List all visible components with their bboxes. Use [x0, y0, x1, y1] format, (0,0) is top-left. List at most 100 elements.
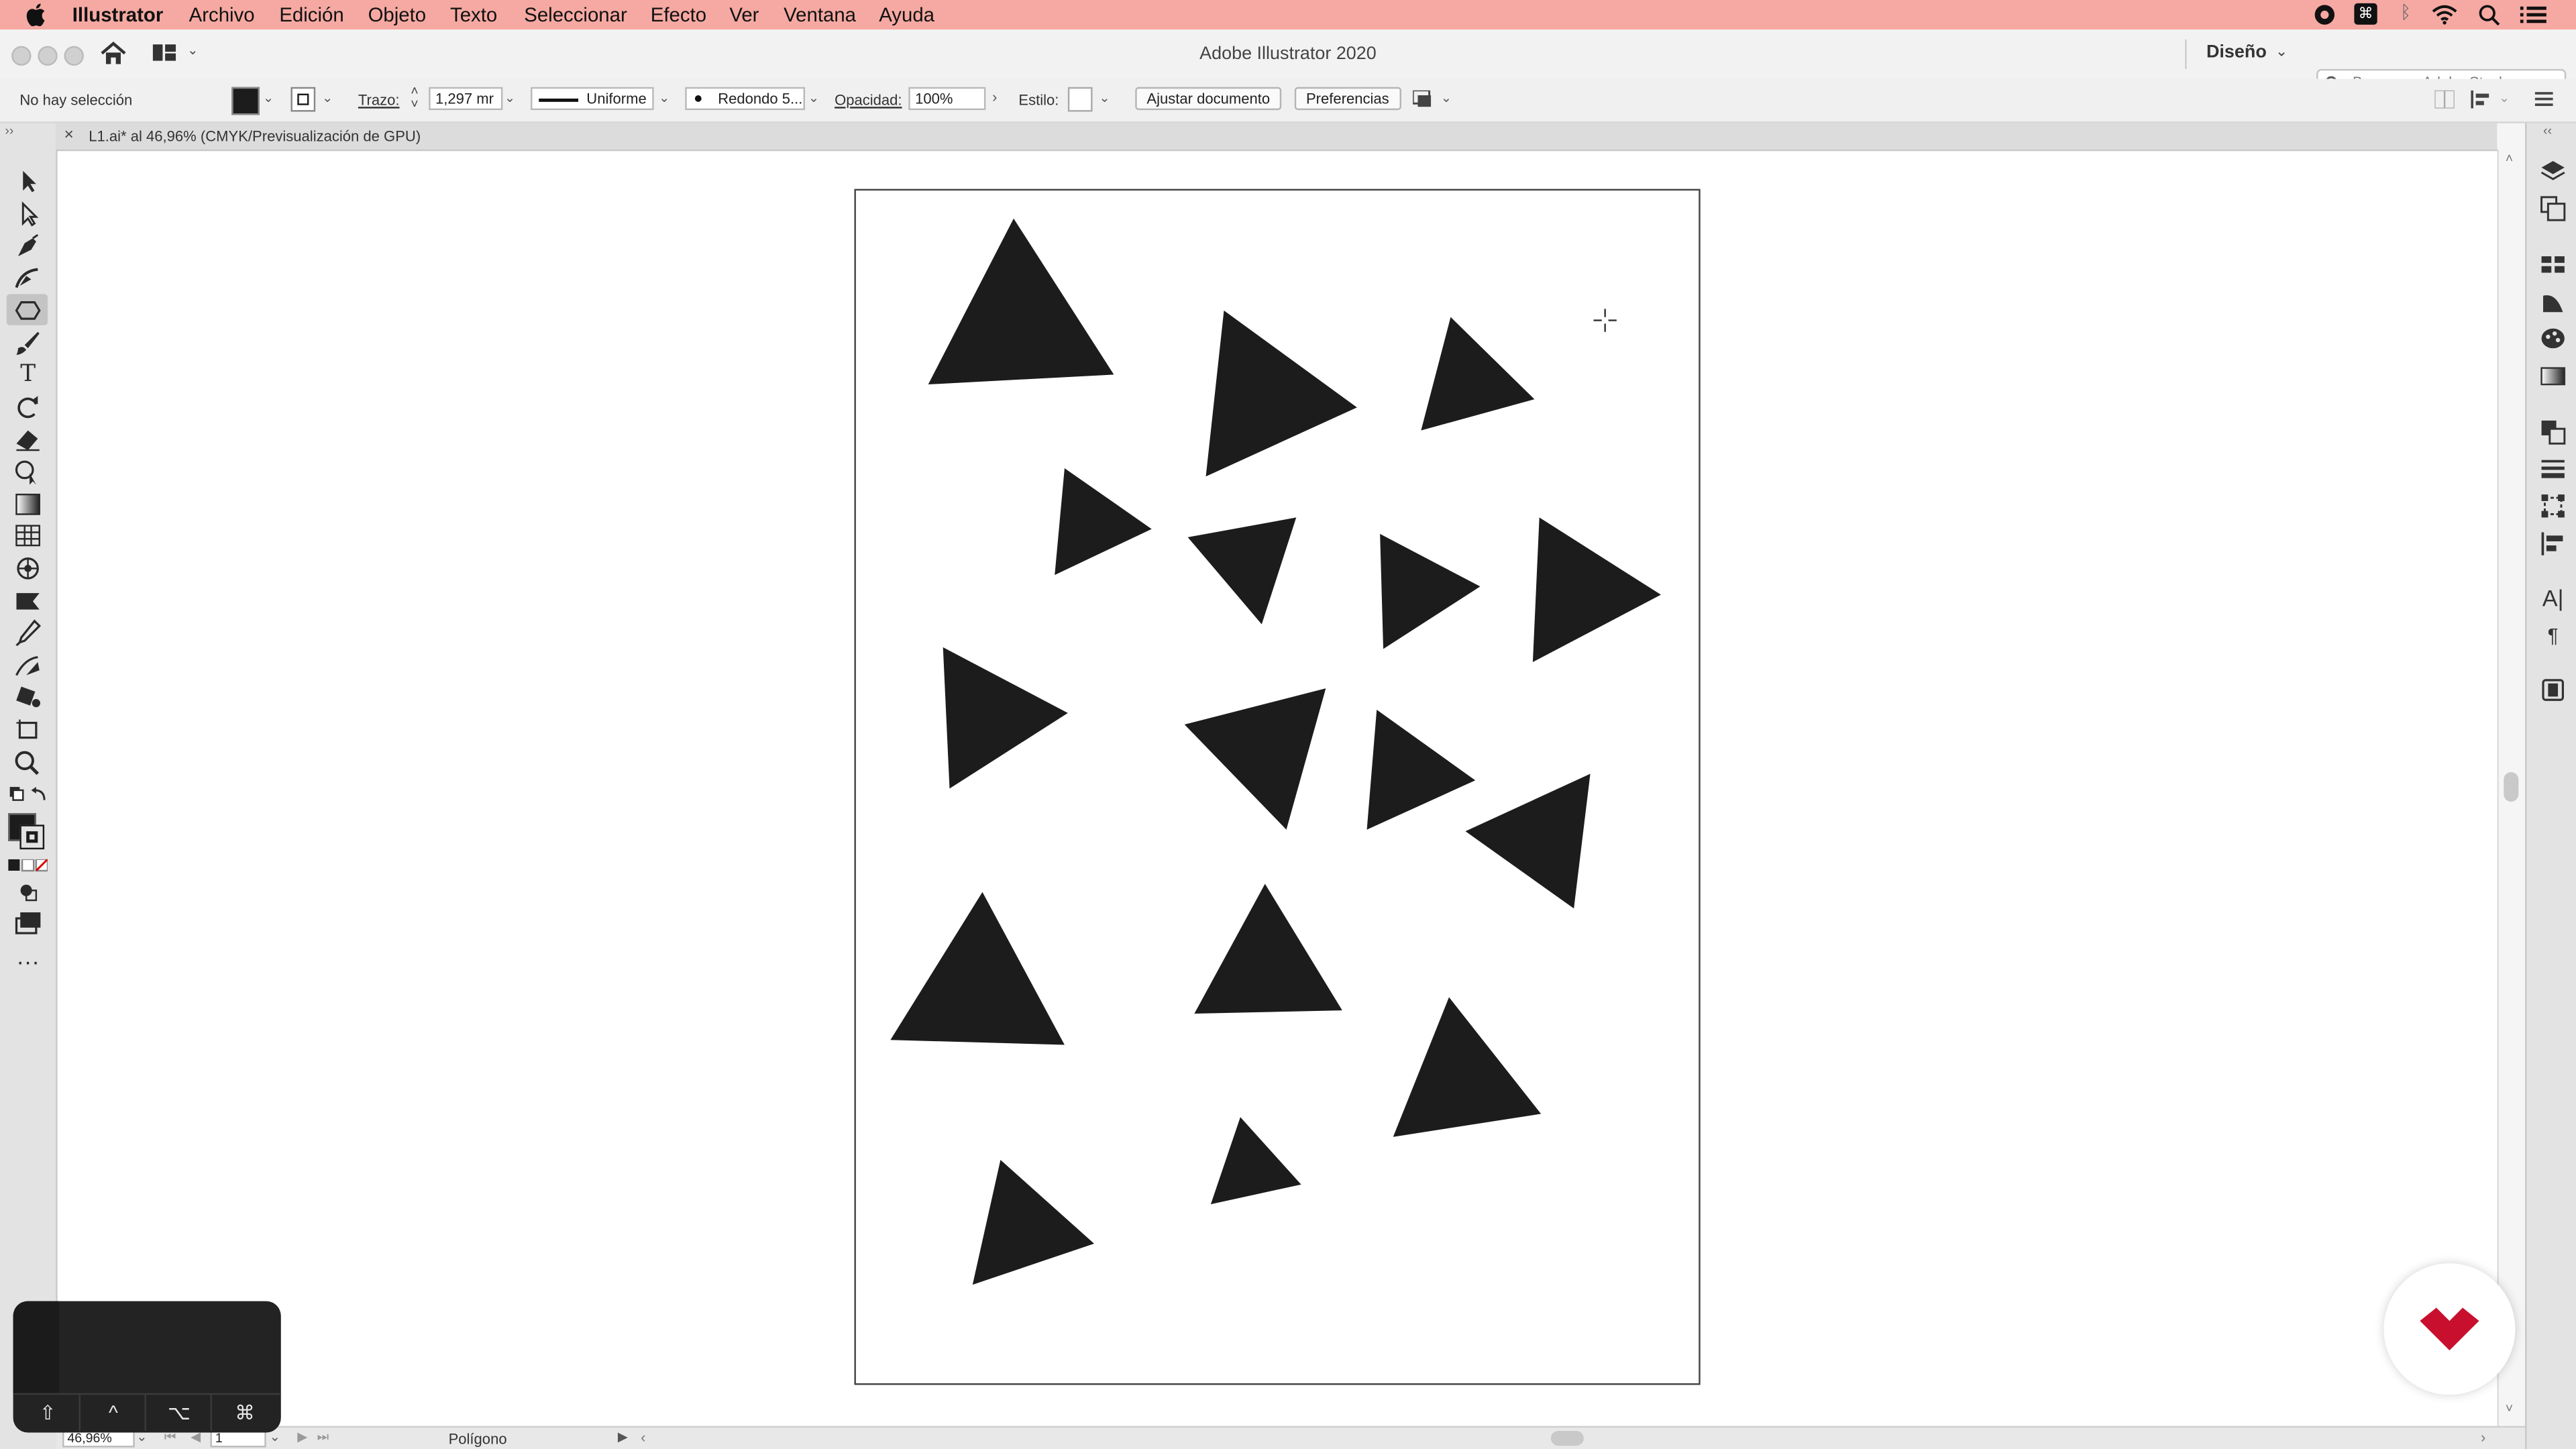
- next-artboard-icon[interactable]: ▶: [297, 1430, 307, 1444]
- menu-efecto[interactable]: Efecto: [651, 3, 706, 26]
- menu-ayuda[interactable]: Ayuda: [879, 3, 934, 26]
- swatches-panel-icon[interactable]: [2540, 252, 2566, 278]
- direct-selection-tool-icon[interactable]: [11, 201, 44, 227]
- command-key-icon[interactable]: ⌘: [2354, 3, 2377, 25]
- menu-seleccionar[interactable]: Seleccionar: [524, 3, 627, 26]
- panel-dock: ‹‹ A| ¶: [2525, 123, 2576, 1449]
- menu-objeto[interactable]: Objeto: [368, 3, 427, 26]
- pen-tool-icon[interactable]: [11, 233, 44, 260]
- layers-panel-icon[interactable]: [2540, 158, 2566, 184]
- vertical-scroll-thumb[interactable]: [2504, 772, 2519, 802]
- live-paint-bucket-icon[interactable]: [11, 684, 44, 710]
- collapse-panel-icon[interactable]: ‹‹: [2543, 123, 2552, 138]
- menu-edicion[interactable]: Edición: [279, 3, 343, 26]
- fit-document-button[interactable]: Ajustar documento: [1135, 87, 1282, 111]
- gradient-panel-icon[interactable]: [2540, 363, 2566, 389]
- document-tab-label[interactable]: L1.ai* al 46,96% (CMYK/Previsualización …: [89, 128, 421, 144]
- bluetooth-icon[interactable]: ᛒ: [2400, 3, 2411, 23]
- gradient-tool-icon[interactable]: [11, 491, 44, 517]
- curvature-tool-icon[interactable]: [11, 264, 44, 290]
- close-tab-icon[interactable]: ×: [64, 127, 74, 145]
- horizontal-scroll-thumb[interactable]: [1550, 1431, 1584, 1446]
- artboards-panel-icon[interactable]: [2540, 195, 2566, 221]
- channel-logo: [2383, 1263, 2516, 1395]
- spotlight-search-icon[interactable]: [2477, 3, 2500, 26]
- chevron-down-icon[interactable]: ⌄: [1441, 91, 1452, 105]
- chevron-down-icon[interactable]: ⌄: [322, 91, 333, 105]
- stroke-profile-select[interactable]: Uniforme: [531, 87, 654, 111]
- panel-menu-icon[interactable]: [2534, 92, 2553, 107]
- rotate-tool-icon[interactable]: [11, 394, 44, 421]
- drawing-modes-icon[interactable]: [11, 879, 44, 905]
- type-tool-icon[interactable]: T: [11, 362, 44, 388]
- menu-app-name[interactable]: Illustrator: [72, 3, 164, 26]
- preferences-button[interactable]: Preferencias: [1294, 87, 1401, 111]
- collapse-panel-icon[interactable]: ››: [5, 123, 13, 138]
- align-panel-icon[interactable]: [2540, 531, 2566, 557]
- default-fill-stroke-icon[interactable]: [8, 786, 48, 805]
- chevron-down-icon[interactable]: ⌄: [2499, 91, 2510, 105]
- menu-texto[interactable]: Texto: [450, 3, 497, 26]
- more-tools-icon[interactable]: ···: [11, 950, 44, 979]
- mesh-tool-icon[interactable]: [11, 523, 44, 549]
- paragraph-panel-icon[interactable]: ¶: [2540, 623, 2566, 649]
- brush-select[interactable]: Redondo 5...: [685, 87, 806, 111]
- stroke-panel-icon[interactable]: [2540, 455, 2566, 481]
- vertical-scrollbar[interactable]: ˄ ˅: [2497, 149, 2527, 1426]
- arrange-documents-icon[interactable]: [2434, 90, 2455, 109]
- opacity-label[interactable]: Opacidad:: [835, 92, 902, 108]
- stroke-swatch[interactable]: [290, 87, 316, 112]
- recolor-artwork-icon[interactable]: [1413, 90, 1434, 109]
- selection-tool-icon[interactable]: [11, 168, 44, 194]
- chevron-down-icon[interactable]: ⌄: [504, 91, 515, 105]
- chevron-down-icon[interactable]: ⌄: [2275, 43, 2288, 61]
- symbol-sprayer-tool-icon[interactable]: [11, 555, 44, 582]
- stroke-weight-input[interactable]: 1,297 mr: [429, 87, 503, 111]
- artboard-tool-icon[interactable]: [11, 716, 44, 743]
- chevron-down-icon[interactable]: ⌄: [1099, 91, 1110, 105]
- screen-record-icon[interactable]: [2313, 3, 2336, 26]
- workspace-switcher[interactable]: Diseño: [2206, 43, 2267, 62]
- eraser-tool-icon[interactable]: [11, 425, 44, 451]
- menu-ventana[interactable]: Ventana: [784, 3, 856, 26]
- menu-archivo[interactable]: Archivo: [189, 3, 255, 26]
- chevron-down-icon[interactable]: ⌄: [808, 91, 819, 105]
- zoom-tool-icon[interactable]: [11, 749, 44, 775]
- shape-builder-tool-icon[interactable]: [11, 458, 44, 485]
- chevron-down-icon[interactable]: ˅: [2506, 1401, 2513, 1416]
- polygon-tool-icon[interactable]: [11, 297, 44, 323]
- color-guide-panel-icon[interactable]: [2540, 289, 2566, 315]
- control-key-icon: ^: [82, 1395, 146, 1432]
- libraries-panel-icon[interactable]: [2540, 677, 2566, 703]
- menu-ver[interactable]: Ver: [729, 3, 759, 26]
- graphic-style-swatch[interactable]: [1067, 87, 1093, 112]
- chevron-down-icon[interactable]: ⌄: [263, 91, 274, 105]
- scroll-right-icon[interactable]: ›: [2481, 1430, 2485, 1446]
- stroke-color-swatch[interactable]: [19, 824, 45, 850]
- blend-tool-icon[interactable]: [11, 652, 44, 678]
- chevron-right-icon[interactable]: ›: [992, 89, 997, 105]
- transform-panel-icon[interactable]: [2540, 493, 2566, 519]
- column-graph-tool-icon[interactable]: [11, 588, 44, 614]
- apple-icon[interactable]: [26, 3, 46, 27]
- chevron-down-icon[interactable]: ⌄: [659, 91, 669, 105]
- chevron-up-icon[interactable]: ˄: [2506, 151, 2513, 166]
- scroll-left-icon[interactable]: ‹: [641, 1430, 645, 1446]
- artboard[interactable]: [854, 189, 1701, 1385]
- stroke-label[interactable]: Trazo:: [358, 92, 400, 108]
- color-mode-icons[interactable]: [8, 859, 48, 873]
- character-panel-icon[interactable]: A|: [2540, 585, 2566, 611]
- wifi-icon[interactable]: [2431, 3, 2457, 25]
- fill-swatch[interactable]: [231, 87, 260, 115]
- paintbrush-tool-icon[interactable]: [11, 330, 44, 356]
- eyedropper-tool-icon[interactable]: [11, 619, 44, 646]
- control-center-icon[interactable]: [2520, 5, 2546, 24]
- last-artboard-icon[interactable]: ⏭: [317, 1430, 329, 1446]
- screen-mode-icon[interactable]: [11, 910, 44, 936]
- opacity-input[interactable]: 100%: [908, 87, 986, 111]
- color-panel-icon[interactable]: [2540, 325, 2566, 352]
- status-menu-icon[interactable]: ▶: [618, 1430, 628, 1444]
- pathfinder-panel-icon[interactable]: [2540, 419, 2566, 445]
- align-panel-icon[interactable]: [2471, 90, 2490, 109]
- stroke-stepper[interactable]: ˄ ˅: [411, 85, 418, 111]
